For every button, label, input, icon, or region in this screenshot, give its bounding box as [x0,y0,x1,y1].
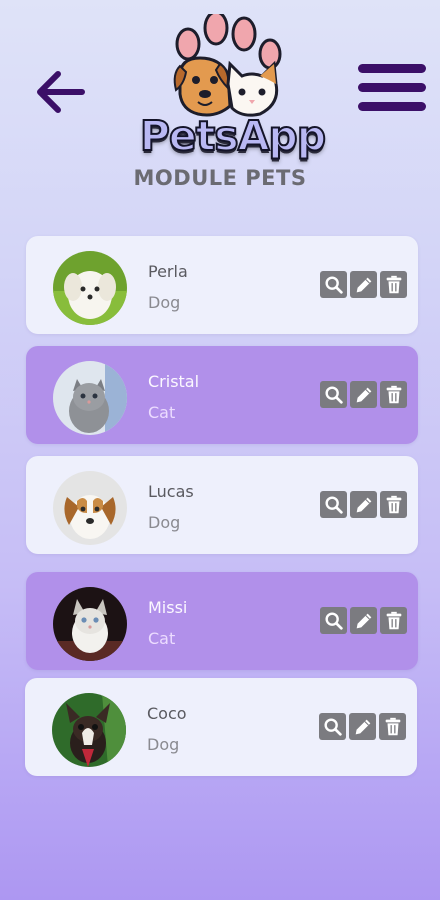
trash-icon [386,611,401,629]
hamburger-menu-icon [358,64,426,111]
pet-card-coco[interactable]: Coco Dog [25,678,417,776]
pet-name: Perla [148,262,188,281]
paw-pets-logo-icon [173,14,282,117]
pet-type: Cat [148,403,176,422]
delete-button[interactable] [380,491,407,518]
pet-avatar [53,587,127,661]
edit-button[interactable] [350,381,377,408]
pet-actions [320,271,407,298]
pet-type: Dog [147,735,180,754]
pet-name: Coco [147,704,187,723]
pet-name: Cristal [148,372,200,391]
pet-card-cristal[interactable]: Cristal Cat [26,346,418,444]
arrow-left-icon [37,71,85,113]
search-icon [323,717,342,736]
view-button[interactable] [319,713,346,740]
pet-type: Cat [148,629,176,648]
back-button[interactable] [34,66,86,118]
trash-icon [386,495,401,513]
edit-button[interactable] [349,713,376,740]
pet-avatar [53,471,127,545]
delete-button[interactable] [379,713,406,740]
pencil-icon [356,387,371,402]
delete-button[interactable] [380,271,407,298]
trash-icon [386,385,401,403]
pet-type: Dog [148,513,181,532]
search-icon [324,495,343,514]
view-button[interactable] [320,491,347,518]
page-title: MODULE PETS [133,166,307,190]
pencil-icon [356,277,371,292]
trash-icon [386,275,401,293]
view-button[interactable] [320,271,347,298]
edit-button[interactable] [350,271,377,298]
pencil-icon [356,613,371,628]
delete-button[interactable] [380,381,407,408]
edit-button[interactable] [350,491,377,518]
edit-button[interactable] [350,607,377,634]
search-icon [324,275,343,294]
pet-actions [320,607,407,634]
pet-card-perla[interactable]: Perla Dog [26,236,418,334]
trash-icon [385,717,400,735]
search-icon [324,611,343,630]
pet-actions [319,713,406,740]
pet-actions [320,491,407,518]
view-button[interactable] [320,381,347,408]
pet-name: Missi [148,598,188,617]
pencil-icon [355,719,370,734]
pet-avatar [53,251,127,325]
pet-card-lucas[interactable]: Lucas Dog [26,456,418,554]
pet-name: Lucas [148,482,194,501]
delete-button[interactable] [380,607,407,634]
pet-avatar [52,693,126,767]
view-button[interactable] [320,607,347,634]
search-icon [324,385,343,404]
pet-card-missi[interactable]: Missi Cat [26,572,418,670]
menu-button[interactable] [358,64,426,118]
app-logo: PetsApp [120,14,345,164]
app-name: PetsApp [139,112,327,160]
pet-avatar [53,361,127,435]
pet-type: Dog [148,293,181,312]
pencil-icon [356,497,371,512]
pet-actions [320,381,407,408]
